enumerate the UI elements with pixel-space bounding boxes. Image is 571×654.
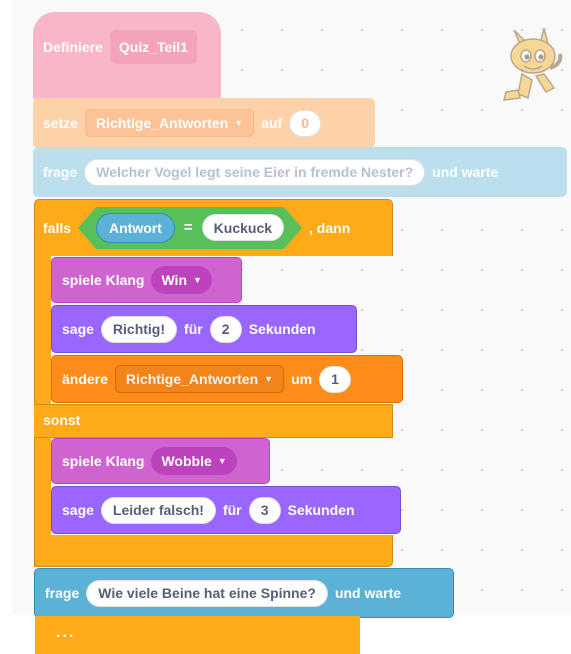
change-by: um: [291, 371, 313, 387]
say-keyword: sage: [62, 321, 94, 337]
sound-dropdown[interactable]: Win ▼: [151, 266, 212, 294]
caret-down-icon: ▼: [217, 456, 227, 466]
say-for-seconds-block[interactable]: sage Richtig! für 2 Sekunden: [51, 305, 357, 353]
caret-down-icon: ▼: [193, 275, 202, 285]
say-seconds-input[interactable]: 2: [209, 315, 242, 343]
say-unit: Sekunden: [287, 502, 355, 518]
caret-down-icon: ▼: [234, 118, 244, 128]
ask-suffix: und warte: [334, 585, 402, 601]
answer-reporter[interactable]: Antwort: [96, 212, 175, 243]
equals-operator-block[interactable]: Antwort = Kuckuck: [78, 206, 303, 249]
equals-sign: =: [183, 219, 193, 236]
if-header[interactable]: falls Antwort = Kuckuck , dann: [34, 199, 350, 256]
scratch-cat-icon: [503, 27, 563, 101]
if-else-block-bottom: [34, 535, 393, 567]
variable-dropdown-label: Richtige_Antworten: [96, 115, 229, 131]
say-for: für: [222, 502, 242, 518]
ask-keyword: frage: [43, 164, 78, 180]
sound-dropdown[interactable]: Wobble ▼: [151, 447, 237, 475]
play-sound-keyword: spiele Klang: [62, 453, 145, 469]
say-message-input[interactable]: Richtig!: [100, 315, 178, 343]
say-unit: Sekunden: [248, 321, 316, 337]
sound-dropdown-label: Win: [161, 272, 188, 288]
define-block[interactable]: Definiere Quiz_Teil1: [33, 12, 221, 102]
if-keyword: falls: [43, 219, 72, 236]
play-sound-block[interactable]: spiele Klang Wobble ▼: [51, 438, 270, 484]
set-preposition: auf: [261, 115, 283, 131]
then-keyword: , dann: [309, 219, 351, 236]
ask-block[interactable]: frage Welcher Vogel legt seine Eier in f…: [33, 147, 567, 197]
define-name[interactable]: Quiz_Teil1: [109, 30, 197, 64]
say-keyword: sage: [62, 502, 94, 518]
else-keyword: sonst: [43, 412, 81, 428]
caret-down-icon: ▼: [264, 374, 274, 384]
define-keyword: Definiere: [43, 39, 103, 55]
ask-keyword: frage: [45, 585, 80, 601]
variable-dropdown[interactable]: Richtige_Antworten ▼: [114, 365, 285, 393]
change-variable-block[interactable]: ändere Richtige_Antworten ▼ um 1: [51, 355, 403, 403]
sound-dropdown-label: Wobble: [161, 453, 212, 469]
ask-block[interactable]: frage Wie viele Beine hat eine Spinne? u…: [34, 568, 454, 618]
ask-question-input[interactable]: Wie viele Beine hat eine Spinne?: [86, 579, 328, 607]
ask-suffix: und warte: [432, 164, 499, 180]
continuation-ellipsis: ...: [56, 624, 76, 641]
set-keyword: setze: [43, 115, 79, 131]
change-keyword: ändere: [62, 371, 108, 387]
else-section: [34, 404, 393, 438]
say-for-seconds-block[interactable]: sage Leider falsch! für 3 Sekunden: [51, 486, 401, 534]
compare-value-input[interactable]: Kuckuck: [201, 214, 285, 241]
continuation-block[interactable]: ...: [35, 616, 360, 654]
say-for: für: [184, 321, 203, 337]
say-message-input[interactable]: Leider falsch!: [100, 496, 216, 524]
say-seconds-input[interactable]: 3: [248, 496, 281, 524]
variable-dropdown[interactable]: Richtige_Antworten ▼: [85, 109, 255, 137]
change-value-input[interactable]: 1: [319, 365, 352, 393]
play-sound-keyword: spiele Klang: [62, 272, 145, 288]
set-value-input[interactable]: 0: [289, 109, 322, 137]
variable-dropdown-label: Richtige_Antworten: [125, 371, 259, 387]
set-variable-block[interactable]: setze Richtige_Antworten ▼ auf 0: [33, 98, 375, 148]
ask-question-input[interactable]: Welcher Vogel legt seine Eier in fremde …: [84, 158, 426, 186]
play-sound-block[interactable]: spiele Klang Win ▼: [51, 257, 242, 303]
